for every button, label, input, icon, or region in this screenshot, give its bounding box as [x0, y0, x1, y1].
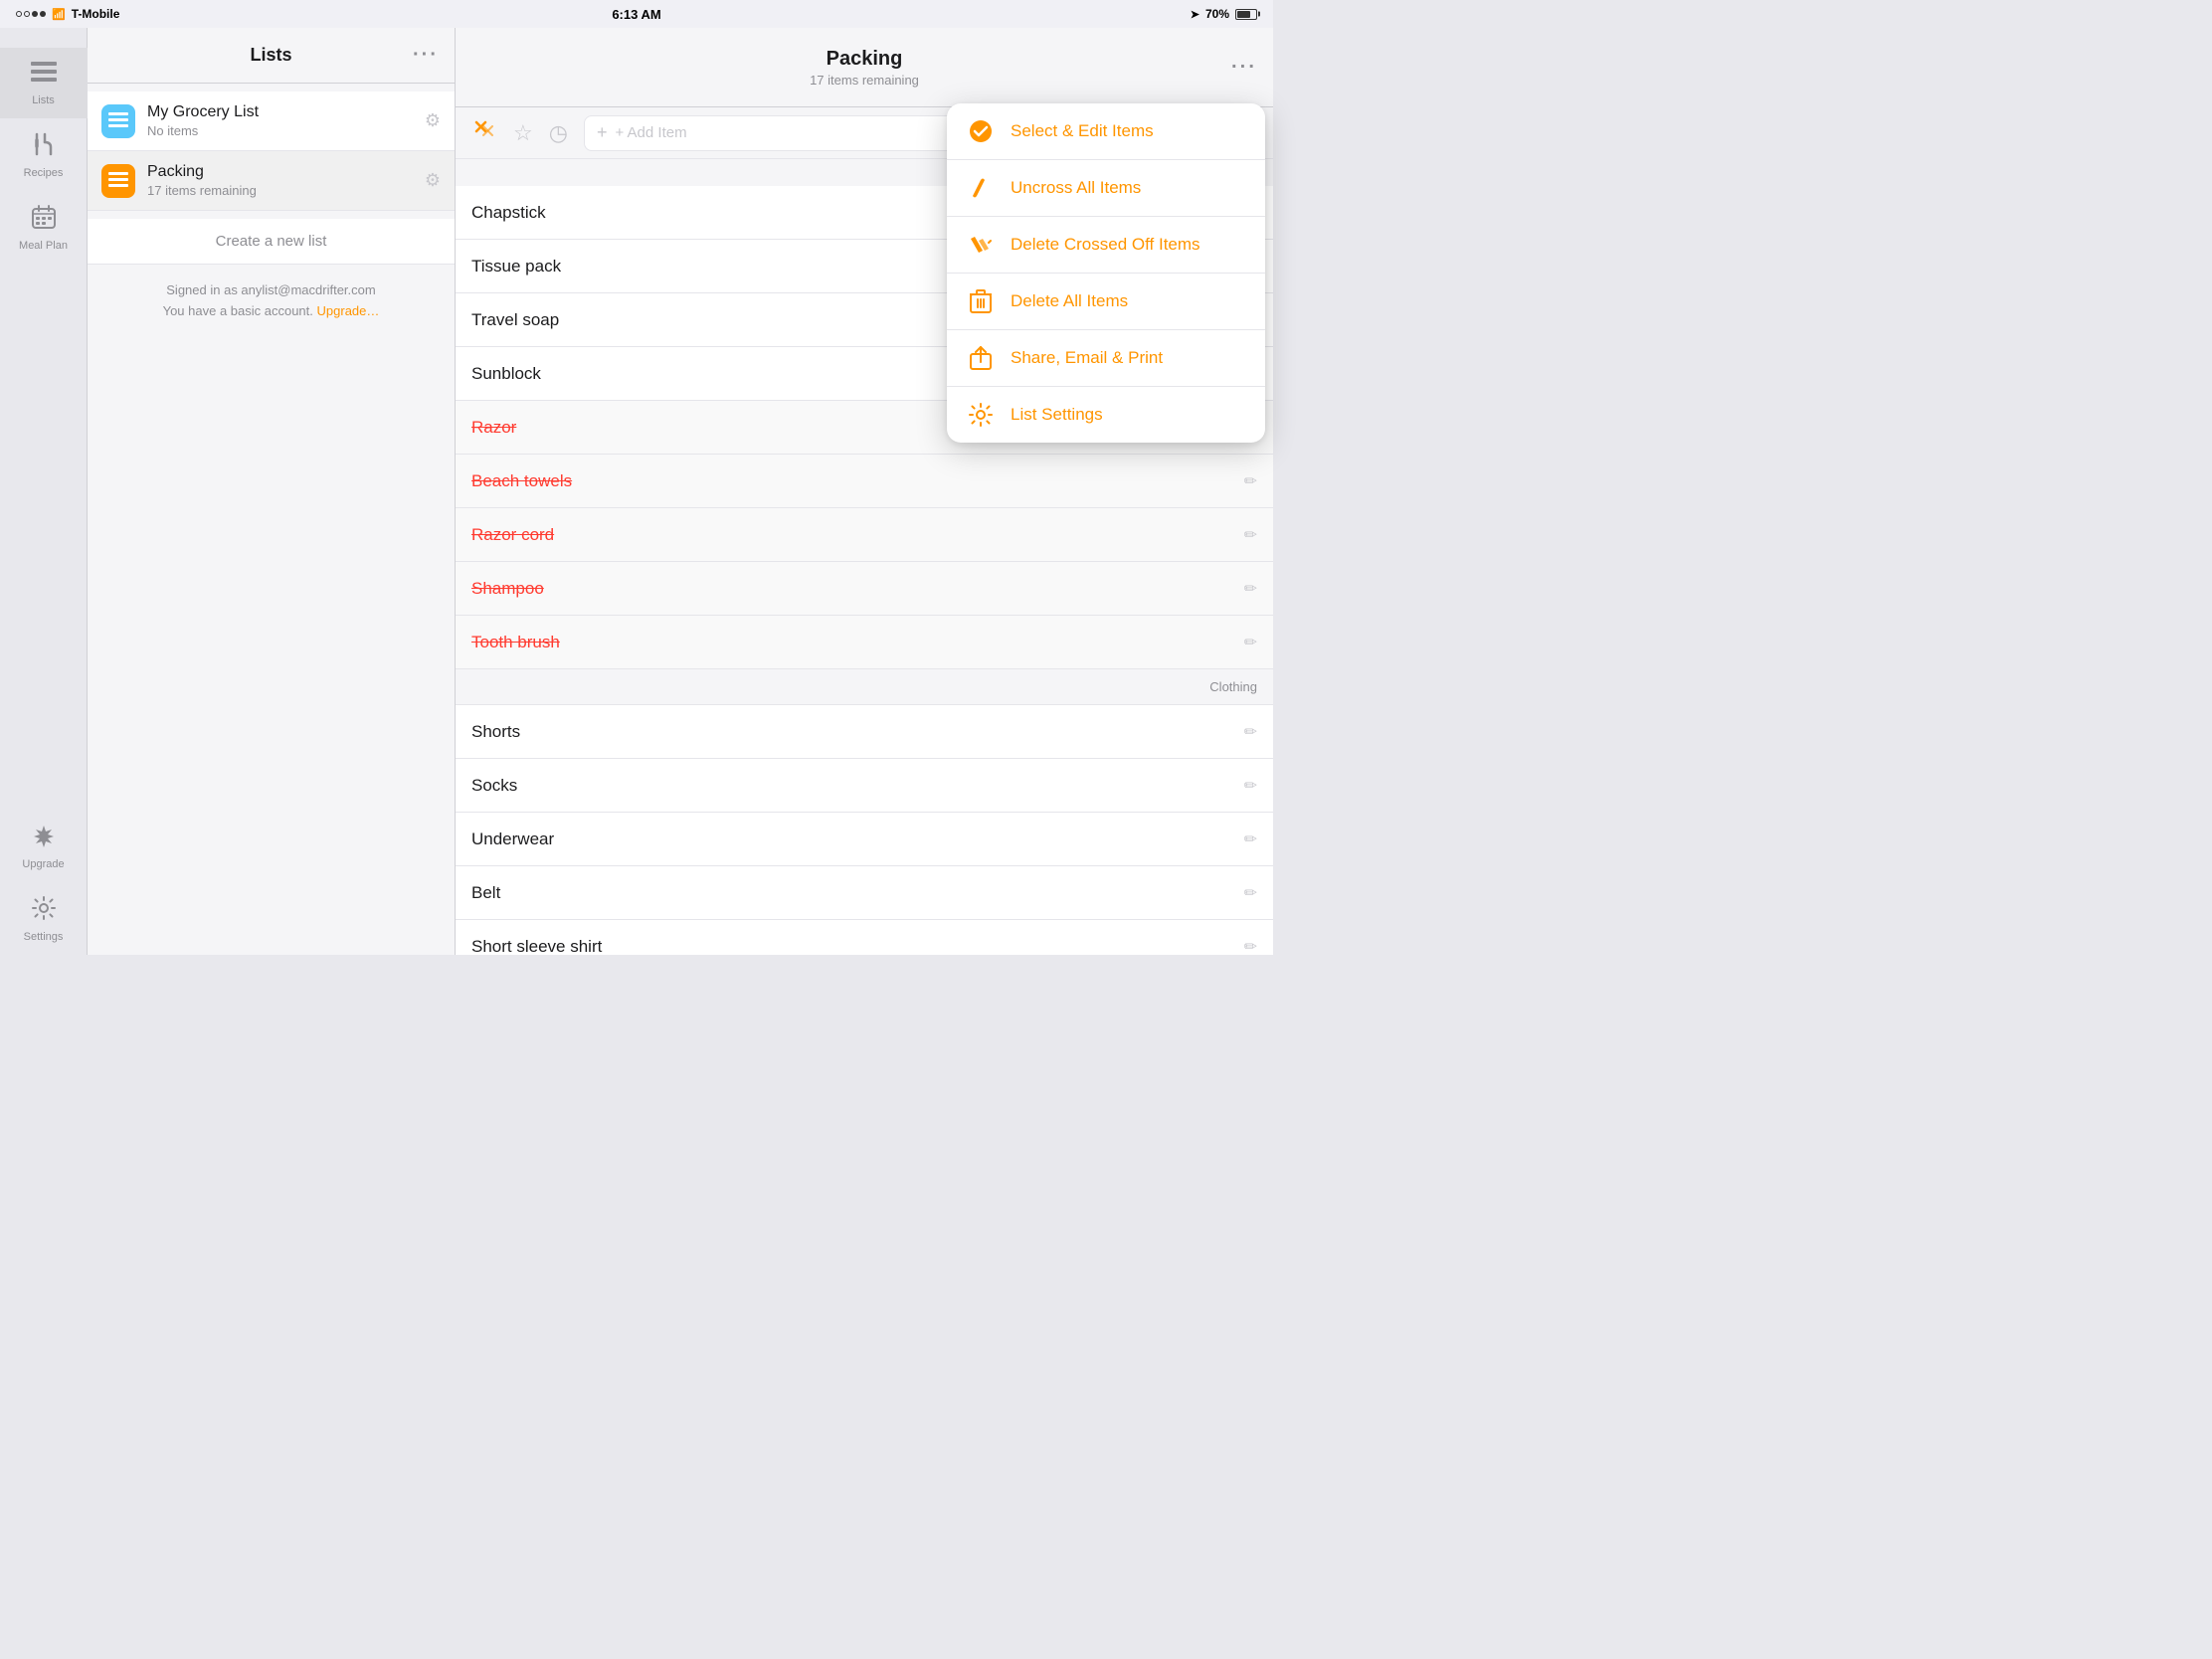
- battery-box: [1235, 9, 1257, 20]
- sidebar-item-recipes[interactable]: Recipes: [0, 118, 88, 191]
- uncross-all-label: Uncross All Items: [1011, 178, 1141, 198]
- signal-dot-2: [24, 11, 30, 17]
- status-bar-time: 6:13 AM: [612, 7, 660, 22]
- dropdown-delete-crossed[interactable]: Delete Crossed Off Items: [947, 217, 1265, 274]
- upgrade-label: Upgrade: [22, 858, 64, 870]
- grocery-icon-badge: [101, 104, 135, 138]
- packing-subtitle: 17 items remaining: [147, 183, 425, 198]
- dropdown-select-edit[interactable]: Select & Edit Items: [947, 103, 1265, 160]
- packing-gear-button[interactable]: ⚙: [425, 170, 441, 191]
- lists-label: Lists: [32, 94, 55, 106]
- upgrade-link[interactable]: Upgrade…: [317, 303, 380, 318]
- dropdown-uncross-all[interactable]: Uncross All Items: [947, 160, 1265, 217]
- delete-crossed-icon: [967, 231, 995, 259]
- list-settings-label: List Settings: [1011, 405, 1103, 425]
- delete-crossed-label: Delete Crossed Off Items: [1011, 235, 1200, 255]
- dropdown-list-settings[interactable]: List Settings: [947, 387, 1265, 443]
- lists-panel-title: Lists: [250, 45, 291, 66]
- sidebar-item-upgrade[interactable]: Upgrade: [0, 810, 88, 882]
- grocery-gear-button[interactable]: ⚙: [425, 110, 441, 131]
- mealplan-label: Meal Plan: [19, 240, 68, 252]
- sidebar-item-lists[interactable]: Lists: [0, 48, 88, 118]
- nav-sidebar: Lists Recipes: [0, 28, 88, 955]
- lists-panel: Lists ··· My Grocery List No items ⚙: [88, 28, 456, 955]
- settings-icon: [32, 896, 56, 926]
- signal-dot-4: [40, 11, 46, 17]
- delete-all-icon: [967, 287, 995, 315]
- packing-info: Packing 17 items remaining: [147, 163, 425, 198]
- app-container: Lists Recipes: [0, 28, 1273, 955]
- battery-percent: 70%: [1205, 7, 1229, 21]
- list-items-container: My Grocery List No items ⚙ Packing 17 it…: [88, 84, 455, 219]
- upgrade-icon: [32, 824, 56, 853]
- sidebar-item-settings[interactable]: Settings: [0, 882, 88, 955]
- status-bar: 📶 T-Mobile 6:13 AM ➤ 70%: [0, 0, 1273, 28]
- sidebar-item-mealplan[interactable]: Meal Plan: [0, 191, 88, 264]
- dropdown-delete-all[interactable]: Delete All Items: [947, 274, 1265, 330]
- account-subtext: You have a basic account. Upgrade…: [103, 301, 439, 322]
- signal-dot-1: [16, 11, 22, 17]
- mealplan-icon: [32, 205, 56, 235]
- grocery-info: My Grocery List No items: [147, 103, 425, 138]
- signal-dots: [16, 11, 46, 17]
- select-edit-icon: [967, 117, 995, 145]
- lists-header: Lists ···: [88, 28, 455, 84]
- wifi-icon: 📶: [52, 8, 66, 21]
- create-list-button[interactable]: Create a new list: [88, 219, 455, 265]
- share-icon: [967, 344, 995, 372]
- account-info: Signed in as anylist@macdrifter.com You …: [88, 265, 455, 338]
- uncross-all-icon: [967, 174, 995, 202]
- recipes-icon: [33, 132, 55, 162]
- battery-fill: [1237, 11, 1250, 18]
- grocery-name: My Grocery List: [147, 103, 425, 121]
- dropdown-share[interactable]: Share, Email & Print: [947, 330, 1265, 387]
- select-edit-label: Select & Edit Items: [1011, 121, 1154, 141]
- carrier-label: T-Mobile: [72, 7, 120, 21]
- list-row-packing[interactable]: Packing 17 items remaining ⚙: [88, 151, 455, 211]
- recipes-label: Recipes: [24, 167, 64, 179]
- account-email: Signed in as anylist@macdrifter.com: [103, 280, 439, 301]
- grocery-subtitle: No items: [147, 123, 425, 138]
- status-bar-left: 📶 T-Mobile: [16, 7, 119, 21]
- main-content: Packing 17 items remaining ··· ☆ ◷ + + A…: [456, 28, 1273, 955]
- battery-indicator: [1235, 9, 1257, 20]
- settings-label: Settings: [24, 931, 64, 943]
- share-label: Share, Email & Print: [1011, 348, 1163, 368]
- delete-all-label: Delete All Items: [1011, 291, 1128, 311]
- location-icon: ➤: [1191, 8, 1199, 21]
- lists-more-button[interactable]: ···: [413, 44, 439, 67]
- lists-icon: [31, 62, 57, 90]
- packing-icon-badge: [101, 164, 135, 198]
- packing-name: Packing: [147, 163, 425, 181]
- signal-dot-3: [32, 11, 38, 17]
- list-row-grocery[interactable]: My Grocery List No items ⚙: [88, 92, 455, 151]
- list-settings-icon: [967, 401, 995, 429]
- status-bar-right: ➤ 70%: [1191, 7, 1257, 21]
- dropdown-menu: Select & Edit Items Uncross All Items: [947, 103, 1265, 443]
